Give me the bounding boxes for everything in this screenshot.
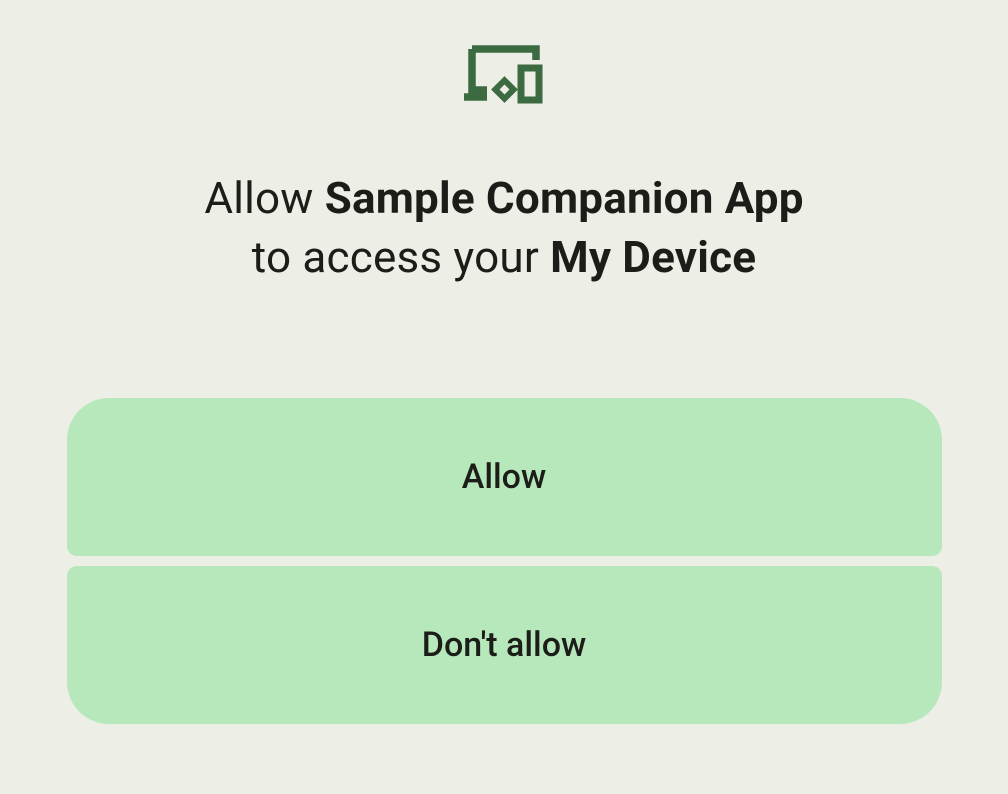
- title-app-name: Sample Companion App: [325, 172, 804, 224]
- title-device-name: My Device: [550, 231, 756, 283]
- title-prefix: Allow: [204, 172, 324, 224]
- dont-allow-button[interactable]: Don't allow: [67, 566, 942, 724]
- button-group: Allow Don't allow: [67, 398, 942, 724]
- allow-button[interactable]: Allow: [67, 398, 942, 556]
- permission-title: Allow Sample Companion App to access you…: [204, 169, 803, 288]
- devices-icon: [461, 42, 547, 104]
- title-mid: to access your: [252, 231, 550, 283]
